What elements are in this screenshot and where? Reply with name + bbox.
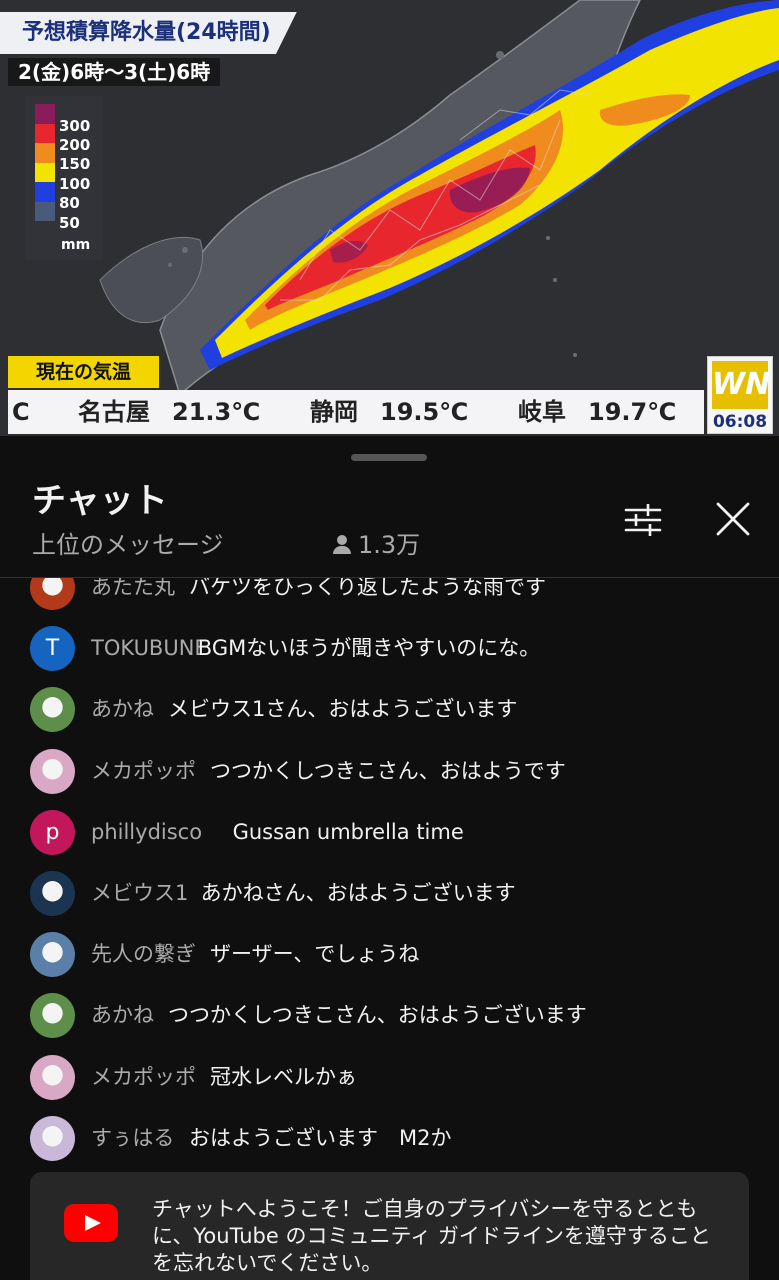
legend-label: 100 <box>59 175 91 193</box>
chat-message-list[interactable]: あたた丸 バケツをひっくり返したような雨です T TOKUBUNE BGMないほうが聞き… <box>0 578 779 1164</box>
message-author[interactable]: TOKUBUNE <box>91 634 208 662</box>
viewer-count: 1.3万 <box>332 530 420 560</box>
chat-message[interactable]: すぅはる おはようございます M2か <box>0 1110 779 1164</box>
message-text: バケツをひっくり返したような雨です <box>189 578 546 599</box>
youtube-logo-icon <box>64 1204 118 1242</box>
avatar[interactable]: p <box>30 809 75 855</box>
message-author[interactable]: phillydisco <box>91 818 202 846</box>
ticker-temp: 19.5℃ <box>380 398 469 426</box>
rainfall-legend: 300 200 150 100 80 50 mm <box>25 96 103 260</box>
ticker-temp: 19.7℃ <box>588 398 677 426</box>
chat-message[interactable]: メビウス1 あかねさん、おはようございます <box>0 865 779 921</box>
chat-message[interactable]: あかね つつかくしつきこさん、おはようございます <box>0 987 779 1043</box>
weathernews-logo: WN 06:08 <box>707 356 773 434</box>
live-chat-panel: チャット 上位のメッセージ 1.3万 あたた丸 バケツをひっくり返したような雨です… <box>0 436 779 1280</box>
message-text: あかねさん、おはようございます <box>200 881 516 905</box>
message-author[interactable]: メビウス1 <box>91 879 188 907</box>
broadcast-clock: 06:08 <box>712 412 768 432</box>
temperature-ticker: C 名古屋 21.3℃ 静岡 19.5℃ 岐阜 19.7℃ <box>8 390 704 434</box>
avatar[interactable] <box>30 993 75 1039</box>
message-author[interactable]: すぅはる <box>91 1124 174 1152</box>
legend-swatch-50 <box>35 201 55 221</box>
ticker-city: 静岡 <box>310 398 358 426</box>
message-text: BGMないほうが聞きやすいのにな。 <box>197 636 541 661</box>
legend-unit: mm <box>61 237 91 253</box>
message-text: おはようございます M2か <box>189 1125 452 1150</box>
legend-label: 80 <box>59 194 80 212</box>
legend-label: 300 <box>59 117 91 135</box>
legend-swatch-300 <box>35 104 55 124</box>
wn-logo-mark: WN <box>712 361 770 409</box>
ticker-city: 名古屋 <box>78 398 150 426</box>
chat-message[interactable]: あたた丸 バケツをひっくり返したような雨です <box>0 578 779 615</box>
avatar[interactable] <box>30 1054 75 1100</box>
avatar[interactable]: T <box>30 626 75 672</box>
chat-message[interactable]: メカポッポ 冠水レベルかぁ <box>0 1049 779 1105</box>
ticker-temp: 21.3℃ <box>172 398 261 426</box>
message-text: つつかくしつきこさん、おはようございます <box>168 1003 587 1028</box>
welcome-banner: チャットへようこそ！ご自身のプライバシーを守るとともに、YouTube のコミュ… <box>30 1172 749 1280</box>
close-chat-button[interactable] <box>708 498 758 542</box>
legend-swatch-100 <box>35 162 55 182</box>
close-icon <box>716 502 750 536</box>
ticker-city: 岐阜 <box>518 398 566 426</box>
drag-handle[interactable] <box>351 454 427 461</box>
legend-label: 50 <box>59 214 80 232</box>
chat-message[interactable]: メカポッポ つつかくしつきこさん、おはようです <box>0 743 779 799</box>
video-player[interactable]: 予想積算降水量(24時間) 2(金)6時～3(土)6時 300 200 150 … <box>0 0 779 436</box>
welcome-text: チャットへようこそ！ご自身のプライバシーを守るとともに、YouTube のコミュ… <box>152 1197 711 1275</box>
avatar[interactable] <box>30 578 75 610</box>
avatar[interactable] <box>30 687 75 733</box>
avatar[interactable] <box>30 871 75 916</box>
legend-label: 150 <box>59 155 91 173</box>
message-text: ザーザー、でしょうね <box>210 942 420 967</box>
chat-settings-button[interactable] <box>618 498 668 542</box>
message-author[interactable]: メカポッポ <box>91 1063 196 1091</box>
legend-swatch-80 <box>35 182 55 202</box>
current-temp-label: 現在の気温 <box>8 356 160 388</box>
chat-message[interactable]: T TOKUBUNE BGMないほうが聞きやすいのにな。 <box>0 620 779 676</box>
ticker-city: C <box>12 398 30 426</box>
message-author[interactable]: あたた丸 <box>91 578 175 601</box>
filter-sliders-icon <box>624 504 662 536</box>
message-author[interactable]: 先人の繋ぎ <box>91 940 196 968</box>
legend-label: 200 <box>59 136 91 154</box>
person-icon <box>332 533 352 555</box>
chat-message[interactable]: あかね メビウス1さん、おはようございます <box>0 681 779 737</box>
message-text: Gussan umbrella time <box>232 819 464 844</box>
message-author[interactable]: あかね <box>91 695 154 723</box>
forecast-period: 2(金)6時～3(土)6時 <box>8 58 221 86</box>
legend-swatch-150 <box>35 143 55 163</box>
message-text: 冠水レベルかぁ <box>210 1064 357 1089</box>
avatar[interactable] <box>30 1115 75 1161</box>
chat-message[interactable]: 先人の繋ぎ ザーザー、でしょうね <box>0 926 779 982</box>
message-text: メビウス1さん、おはようございます <box>168 697 518 722</box>
message-text: つつかくしつきこさん、おはようです <box>210 758 566 783</box>
avatar[interactable] <box>30 748 75 794</box>
viewer-count-value: 1.3万 <box>358 531 421 559</box>
map-title: 予想積算降水量(24時間) <box>0 12 297 54</box>
chat-message[interactable]: p phillydisco Gussan umbrella time <box>0 804 779 860</box>
message-author[interactable]: あかね <box>91 1001 154 1029</box>
chat-filter-dropdown[interactable]: 上位のメッセージ <box>32 530 224 560</box>
legend-swatch-200 <box>35 123 55 143</box>
chat-title: チャット <box>32 481 168 521</box>
avatar[interactable] <box>30 932 75 978</box>
message-author[interactable]: メカポッポ <box>91 757 196 785</box>
